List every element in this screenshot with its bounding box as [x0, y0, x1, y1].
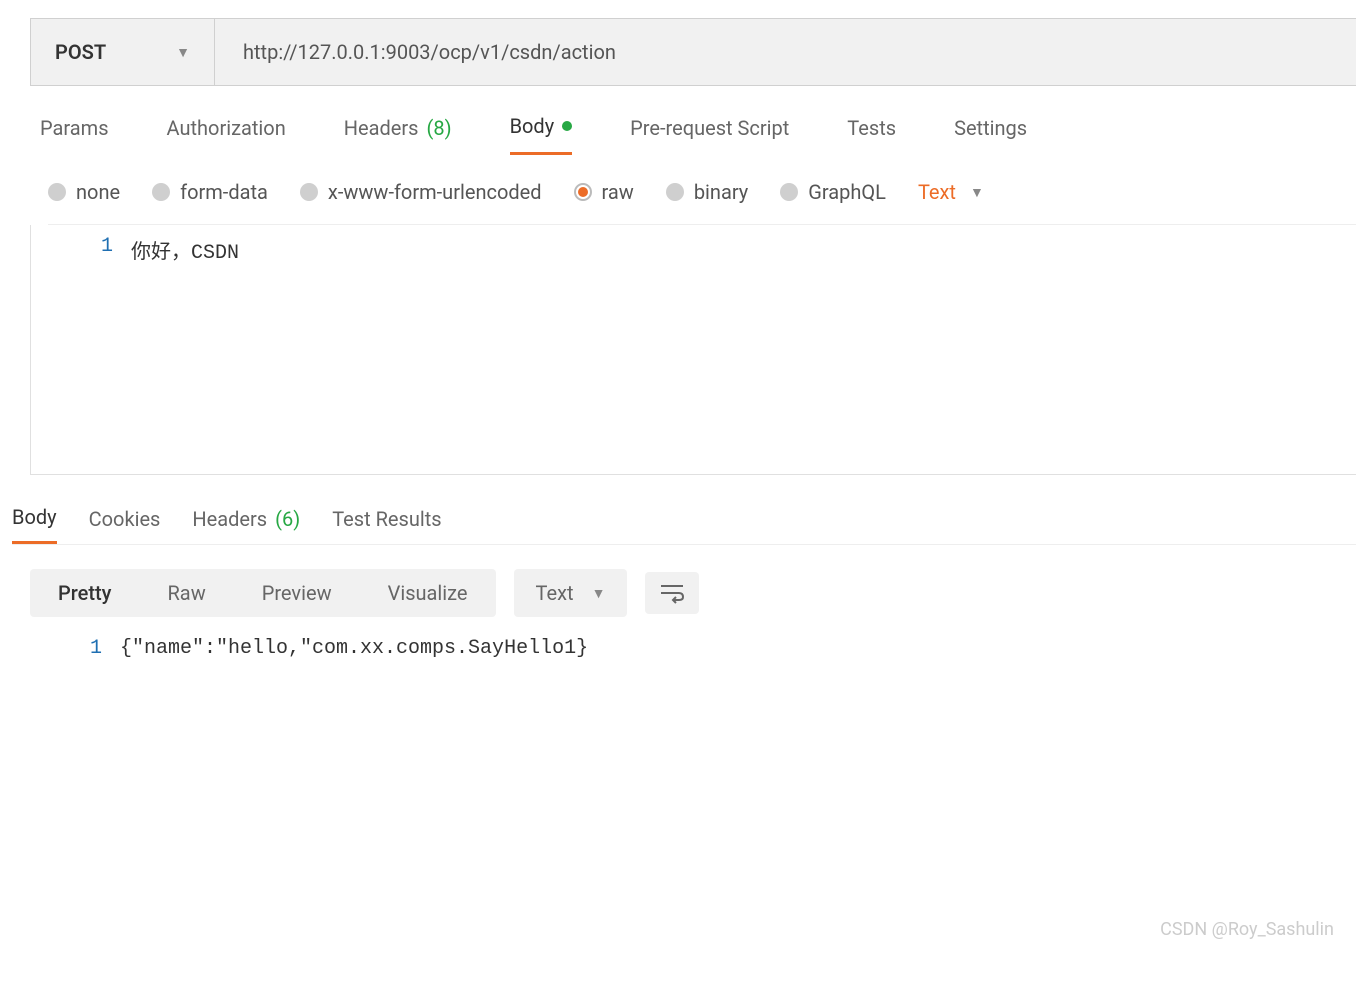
response-tab-headers[interactable]: Headers (6)	[192, 505, 300, 544]
wrap-lines-button[interactable]	[645, 572, 699, 614]
response-headers-count: (6)	[275, 507, 300, 531]
radio-selected-icon	[574, 183, 592, 201]
body-type-xwww[interactable]: x-www-form-urlencoded	[300, 180, 542, 204]
response-body-content: {"name":"hello,"com.xx.comps.SayHello1}	[120, 631, 1356, 666]
body-type-raw[interactable]: raw	[574, 180, 634, 204]
request-url-value: http://127.0.0.1:9003/ocp/v1/csdn/action	[243, 40, 616, 64]
body-type-none[interactable]: none	[48, 180, 120, 204]
response-tab-body[interactable]: Body	[12, 505, 57, 544]
chevron-down-icon: ▼	[592, 585, 606, 602]
radio-icon	[666, 183, 684, 201]
response-body-editor[interactable]: 1 {"name":"hello,"com.xx.comps.SayHello1…	[30, 631, 1356, 666]
tab-params[interactable]: Params	[40, 114, 109, 155]
radio-icon	[48, 183, 66, 201]
tab-authorization[interactable]: Authorization	[167, 114, 286, 155]
tab-prerequest-script[interactable]: Pre-request Script	[630, 114, 789, 155]
body-format-dropdown[interactable]: Text ▼	[918, 180, 984, 204]
body-indicator-dot-icon	[562, 121, 572, 131]
body-type-row: none form-data x-www-form-urlencoded raw…	[48, 180, 1356, 225]
response-tab-test-results[interactable]: Test Results	[332, 505, 441, 544]
tab-tests[interactable]: Tests	[847, 114, 896, 155]
radio-icon	[300, 183, 318, 201]
watermark: CSDN @Roy_Sashulin	[1160, 919, 1334, 940]
request-tabs: Params Authorization Headers (8) Body Pr…	[40, 114, 1356, 156]
request-body-content: 你好，CSDN	[131, 225, 1356, 474]
response-format-dropdown[interactable]: Text ▼	[514, 569, 628, 617]
response-tabs: Body Cookies Headers (6) Test Results	[12, 505, 1356, 545]
request-bar: POST ▼ http://127.0.0.1:9003/ocp/v1/csdn…	[30, 18, 1356, 86]
view-mode-preview[interactable]: Preview	[234, 569, 360, 617]
headers-count: (8)	[427, 116, 452, 140]
wrap-lines-icon	[659, 582, 685, 604]
response-view-row: Pretty Raw Preview Visualize Text ▼	[30, 569, 1356, 617]
response-view-group: Pretty Raw Preview Visualize	[30, 569, 496, 617]
body-type-binary[interactable]: binary	[666, 180, 748, 204]
response-tab-cookies[interactable]: Cookies	[89, 505, 161, 544]
http-method-value: POST	[55, 40, 106, 64]
view-mode-visualize[interactable]: Visualize	[360, 569, 496, 617]
body-type-form-data[interactable]: form-data	[152, 180, 268, 204]
chevron-down-icon: ▼	[176, 44, 190, 61]
body-type-graphql[interactable]: GraphQL	[780, 180, 886, 204]
chevron-down-icon: ▼	[970, 184, 984, 201]
line-number: 1	[31, 225, 131, 474]
tab-body[interactable]: Body	[510, 114, 573, 155]
view-mode-pretty[interactable]: Pretty	[30, 569, 139, 617]
line-number: 1	[30, 631, 120, 666]
radio-icon	[152, 183, 170, 201]
tab-headers[interactable]: Headers (8)	[344, 114, 452, 155]
tab-settings[interactable]: Settings	[954, 114, 1027, 155]
http-method-select[interactable]: POST ▼	[31, 19, 215, 85]
request-url-input[interactable]: http://127.0.0.1:9003/ocp/v1/csdn/action	[215, 19, 1356, 85]
radio-icon	[780, 183, 798, 201]
request-body-editor[interactable]: 1 你好，CSDN	[30, 225, 1356, 475]
view-mode-raw[interactable]: Raw	[139, 569, 233, 617]
